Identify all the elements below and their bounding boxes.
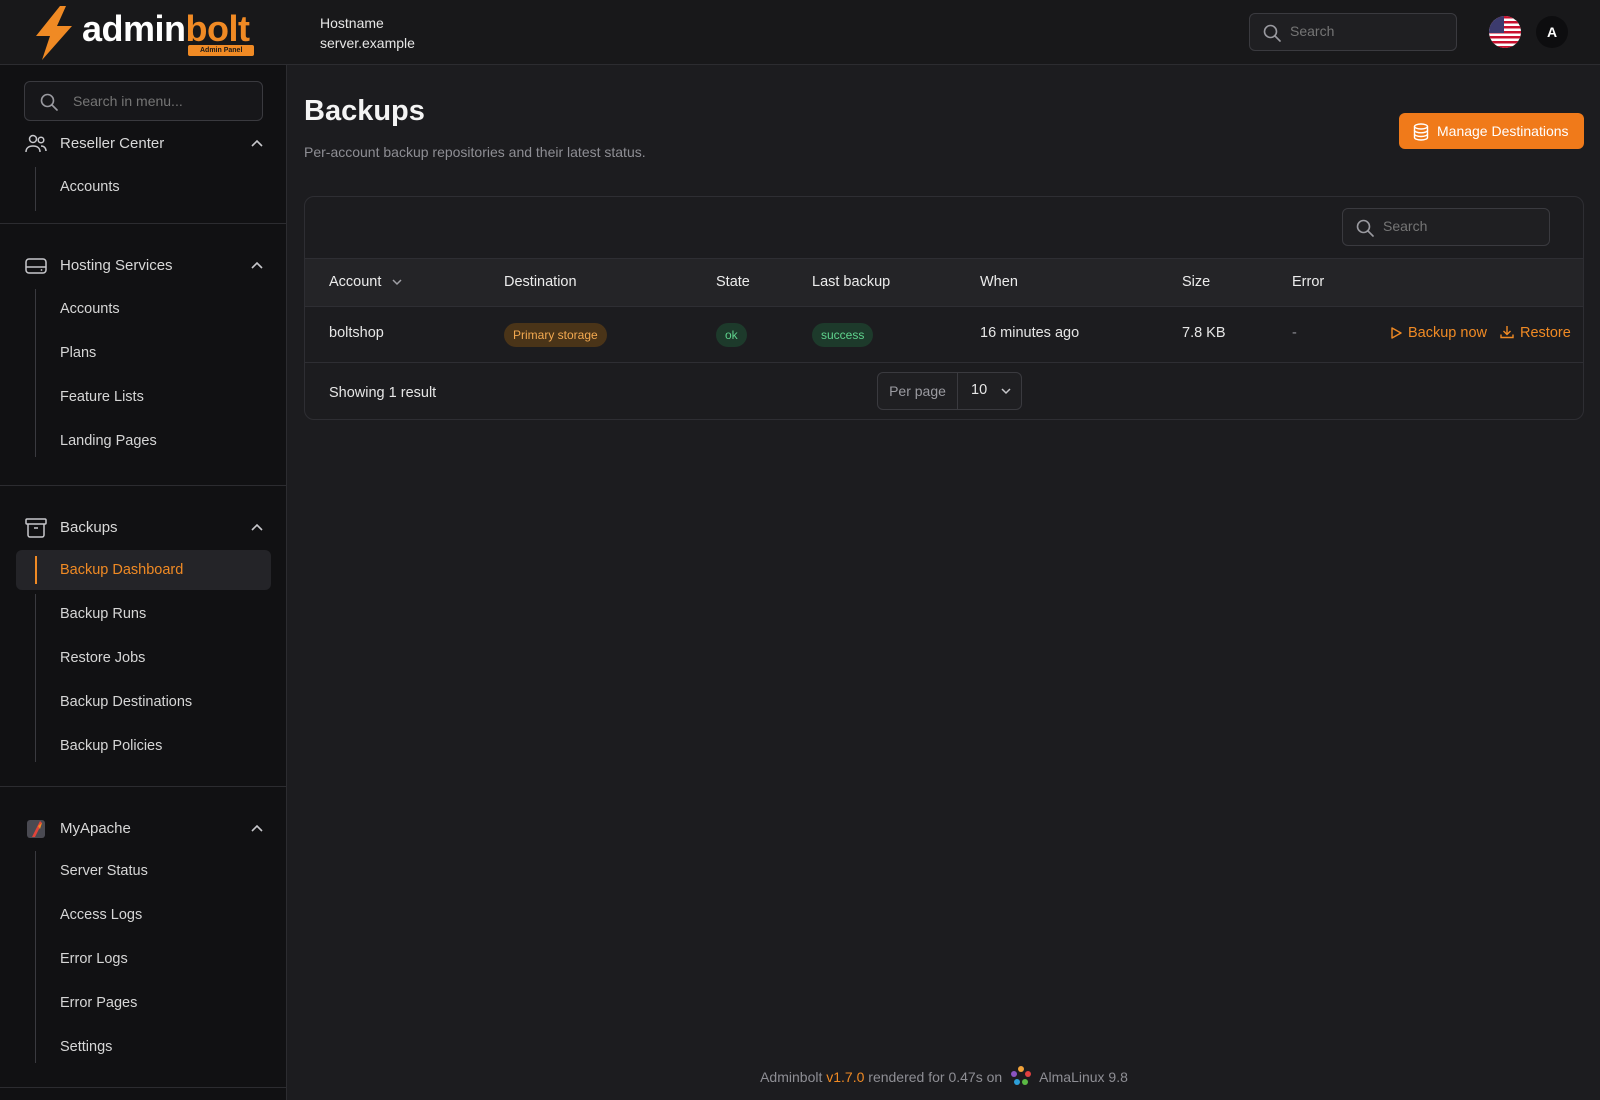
almalinux-logo-icon [1011,1066,1032,1085]
hostname-label: Hostname [320,15,384,31]
table-search-input[interactable] [1383,218,1543,234]
table-search[interactable] [1342,208,1550,246]
sidebar-item-error-pages[interactable]: Error Pages [16,983,271,1027]
sidebar-group-label: MyApache [60,820,131,837]
sidebar-item-backup-policies[interactable]: Backup Policies [16,726,271,766]
restore-button[interactable]: Restore [1500,325,1571,341]
sidebar-divider [0,1087,286,1088]
sidebar-group-reseller-center[interactable]: Reseller Center [24,132,264,156]
page-footer: Adminbolt v1.7.0 rendered for 0.47s on A… [288,1065,1600,1087]
manage-destinations-button[interactable]: Manage Destinations [1399,113,1584,149]
sidebar-item-backup-runs[interactable]: Backup Runs [16,594,271,638]
backup-now-button[interactable]: Backup now [1390,325,1487,341]
state-badge: ok [716,323,747,347]
per-page-select[interactable]: Per page 10 [877,372,1022,410]
column-header-destination: Destination [504,274,577,290]
sort-chevron-down-icon[interactable] [391,276,403,288]
cell-error: - [1292,325,1297,341]
column-header-account[interactable]: Account [329,274,403,290]
footer-app-name: Adminbolt [760,1069,823,1085]
footer-os: AlmaLinux 9.8 [1039,1069,1128,1085]
column-header-error: Error [1292,274,1325,290]
app-logo[interactable]: adminbolt Admin Panel [30,6,260,60]
database-icon [1413,123,1429,141]
sidebar-group-label: Hosting Services [60,257,173,274]
sidebar-item-backup-dashboard[interactable]: Backup Dashboard [16,550,271,590]
footer-render-time: rendered for 0.47s on [868,1069,1003,1085]
us-flag-icon[interactable] [1489,16,1521,48]
page-subtitle: Per-account backup repositories and thei… [304,144,646,160]
menu-search[interactable] [24,81,263,121]
search-icon [1263,24,1281,42]
sidebar-item-error-logs[interactable]: Error Logs [16,939,271,983]
column-header-state: State [716,274,750,290]
sidebar-item-feature-lists[interactable]: Feature Lists [16,377,271,421]
lightning-bolt-icon [36,6,72,60]
sidebar-divider [0,223,286,224]
table-header: Account Destination State Last backup Wh… [305,258,1583,307]
cell-account: boltshop [329,325,384,341]
sidebar-item-landing-pages[interactable]: Landing Pages [16,421,271,461]
page-title: Backups [304,95,425,127]
sidebar-item-reseller-accounts[interactable]: Accounts [16,167,271,211]
sidebar-divider [0,485,286,486]
sidebar-item-hosting-accounts[interactable]: Accounts [16,289,271,333]
hostname-block: Hostname server.example [320,13,415,53]
archive-icon [25,518,47,538]
destination-badge: Primary storage [504,323,607,347]
top-bar: adminbolt Admin Panel Hostname server.ex… [0,0,1600,65]
sidebar-group-hosting-services[interactable]: Hosting Services [24,254,264,278]
chevron-up-icon[interactable] [250,136,264,150]
search-icon [1356,219,1374,237]
sidebar-item-access-logs[interactable]: Access Logs [16,895,271,939]
sidebar-group-myapache[interactable]: MyApache [24,817,264,841]
sidebar-item-restore-jobs[interactable]: Restore Jobs [16,638,271,682]
sidebar-item-backup-destinations[interactable]: Backup Destinations [16,682,271,726]
admin-panel-badge: Admin Panel [188,45,255,56]
app-name: adminbolt [82,8,250,49]
column-header-when: When [980,274,1018,290]
sidebar-divider [0,786,286,787]
per-page-value: 10 [971,382,988,398]
manage-destinations-label: Manage Destinations [1437,123,1569,139]
last-backup-badge: success [812,323,874,347]
main-content: Backups Per-account backup repositories … [288,65,1600,1100]
hostname-value: server.example [320,35,415,51]
chevron-up-icon[interactable] [250,258,264,272]
chevron-up-icon[interactable] [250,821,264,835]
sidebar-group-label: Backups [60,519,118,536]
footer-version[interactable]: v1.7.0 [826,1069,864,1085]
backups-table-card: Account Destination State Last backup Wh… [304,196,1584,420]
sidebar-item-settings[interactable]: Settings [16,1027,271,1067]
chevron-up-icon[interactable] [250,520,264,534]
menu-search-input[interactable] [73,93,253,109]
column-header-size: Size [1182,274,1211,290]
result-count: Showing 1 result [329,385,437,401]
search-icon [40,93,58,111]
apache-feather-icon [27,820,45,838]
sidebar-item-plans[interactable]: Plans [16,333,271,377]
table-row: boltshop Primary storage ok success 16 m… [305,307,1583,363]
sidebar-item-server-status[interactable]: Server Status [16,851,271,895]
column-header-last-backup: Last backup [812,274,891,290]
sidebar-group-label: Reseller Center [60,135,165,152]
cell-when: 16 minutes ago [980,325,1080,341]
play-icon [1391,327,1402,339]
sidebar-group-backups[interactable]: Backups [24,516,264,540]
sidebar: Reseller Center Accounts Hosting Service… [0,65,287,1100]
user-avatar[interactable]: A [1536,16,1568,48]
global-search-input[interactable] [1290,23,1450,39]
server-icon [25,258,47,274]
download-icon [1500,326,1514,339]
chevron-down-icon [1001,388,1011,395]
global-search[interactable] [1249,13,1457,51]
per-page-label: Per page [878,373,958,409]
users-icon [25,134,47,153]
cell-size: 7.8 KB [1182,325,1226,341]
